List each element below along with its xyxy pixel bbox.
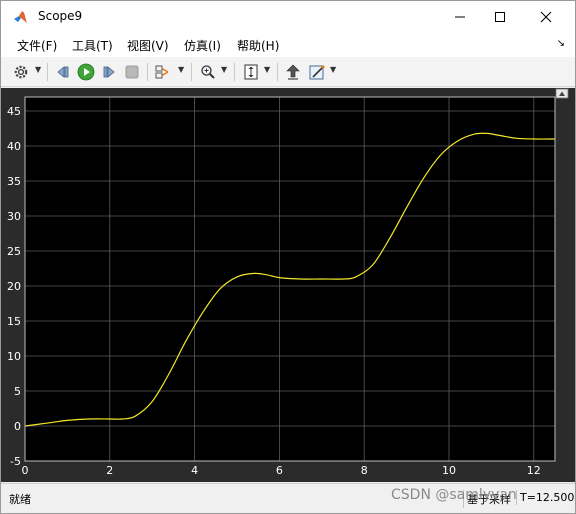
dock-arrow-icon[interactable]: ↘ (557, 38, 565, 49)
toolbar-separator (47, 63, 48, 81)
y-tick-label: 10 (7, 350, 21, 363)
scope-window: Scope9 文件(F) 工具(T) 视图(V) 仿真(I) 帮助(H) ↘ ▼ (0, 0, 576, 514)
scope-plot[interactable]: 0 2 4 6 8 10 12-5051015202530354045 (1, 88, 575, 482)
scope-display[interactable]: 0 2 4 6 8 10 12 -5 0 5 10 15 20 25 30 35 40 45 (1, 88, 575, 482)
y-tick-label: 40 (7, 140, 21, 153)
menu-tools[interactable]: 工具(T) (72, 37, 113, 54)
style-dropdown-icon[interactable]: ▼ (330, 65, 336, 74)
menu-bar: 文件(F) 工具(T) 视图(V) 仿真(I) 帮助(H) ↘ (1, 32, 575, 57)
toolbar: ▼ ▼ ▼ ▼ ▼ (1, 57, 575, 87)
step-forward-icon[interactable] (99, 62, 119, 82)
zoom-dropdown-icon[interactable]: ▼ (221, 65, 227, 74)
restore-layout-icon[interactable] (555, 88, 569, 99)
menu-simulation[interactable]: 仿真(I) (184, 37, 221, 54)
y-tick-label: 45 (7, 105, 21, 118)
toolbar-separator (234, 63, 235, 81)
menu-view[interactable]: 视图(V) (127, 37, 169, 54)
signal-dropdown-icon[interactable]: ▼ (178, 65, 184, 74)
title-bar: Scope9 (1, 1, 575, 32)
y-tick-label: 20 (7, 280, 21, 293)
y-tick-label: 30 (7, 210, 21, 223)
highlight-block-icon[interactable] (283, 62, 303, 82)
status-ready: 就绪 (9, 493, 31, 506)
x-tick-label: 10 (442, 464, 456, 477)
step-back-icon[interactable] (53, 62, 73, 82)
x-tick-label: 4 (191, 464, 198, 477)
settings-icon[interactable] (11, 62, 31, 82)
status-sim-time: T=12.500 (516, 490, 576, 505)
y-tick-label: 25 (7, 245, 21, 258)
settings-dropdown-icon[interactable]: ▼ (35, 65, 41, 74)
y-tick-label: 5 (14, 385, 21, 398)
x-tick-label: 12 (527, 464, 541, 477)
toolbar-separator (277, 63, 278, 81)
status-bar: 就绪 基于采样 T=12.500 (1, 483, 575, 513)
stop-icon[interactable] (122, 62, 142, 82)
run-icon[interactable] (76, 62, 96, 82)
maximize-button[interactable] (477, 1, 523, 32)
y-tick-label: 0 (14, 420, 21, 433)
toolbar-separator (191, 63, 192, 81)
zoom-icon[interactable] (198, 62, 218, 82)
style-icon[interactable] (307, 62, 327, 82)
y-tick-label: 35 (7, 175, 21, 188)
status-sampling-mode: 基于采样 (463, 490, 514, 508)
close-button[interactable] (523, 1, 569, 32)
scale-dropdown-icon[interactable]: ▼ (264, 65, 270, 74)
x-tick-label: 0 (22, 464, 29, 477)
y-tick-label: 15 (7, 315, 21, 328)
x-tick-label: 6 (276, 464, 283, 477)
x-tick-label: 2 (106, 464, 113, 477)
matlab-logo-icon (13, 9, 29, 25)
toolbar-separator (147, 63, 148, 81)
signal-icon[interactable] (153, 62, 173, 82)
menu-help[interactable]: 帮助(H) (237, 37, 279, 54)
menu-file[interactable]: 文件(F) (17, 37, 57, 54)
y-tick-label: -5 (10, 455, 21, 468)
x-tick-label: 8 (361, 464, 368, 477)
window-title: Scope9 (38, 9, 83, 23)
scale-axes-icon[interactable] (241, 62, 261, 82)
